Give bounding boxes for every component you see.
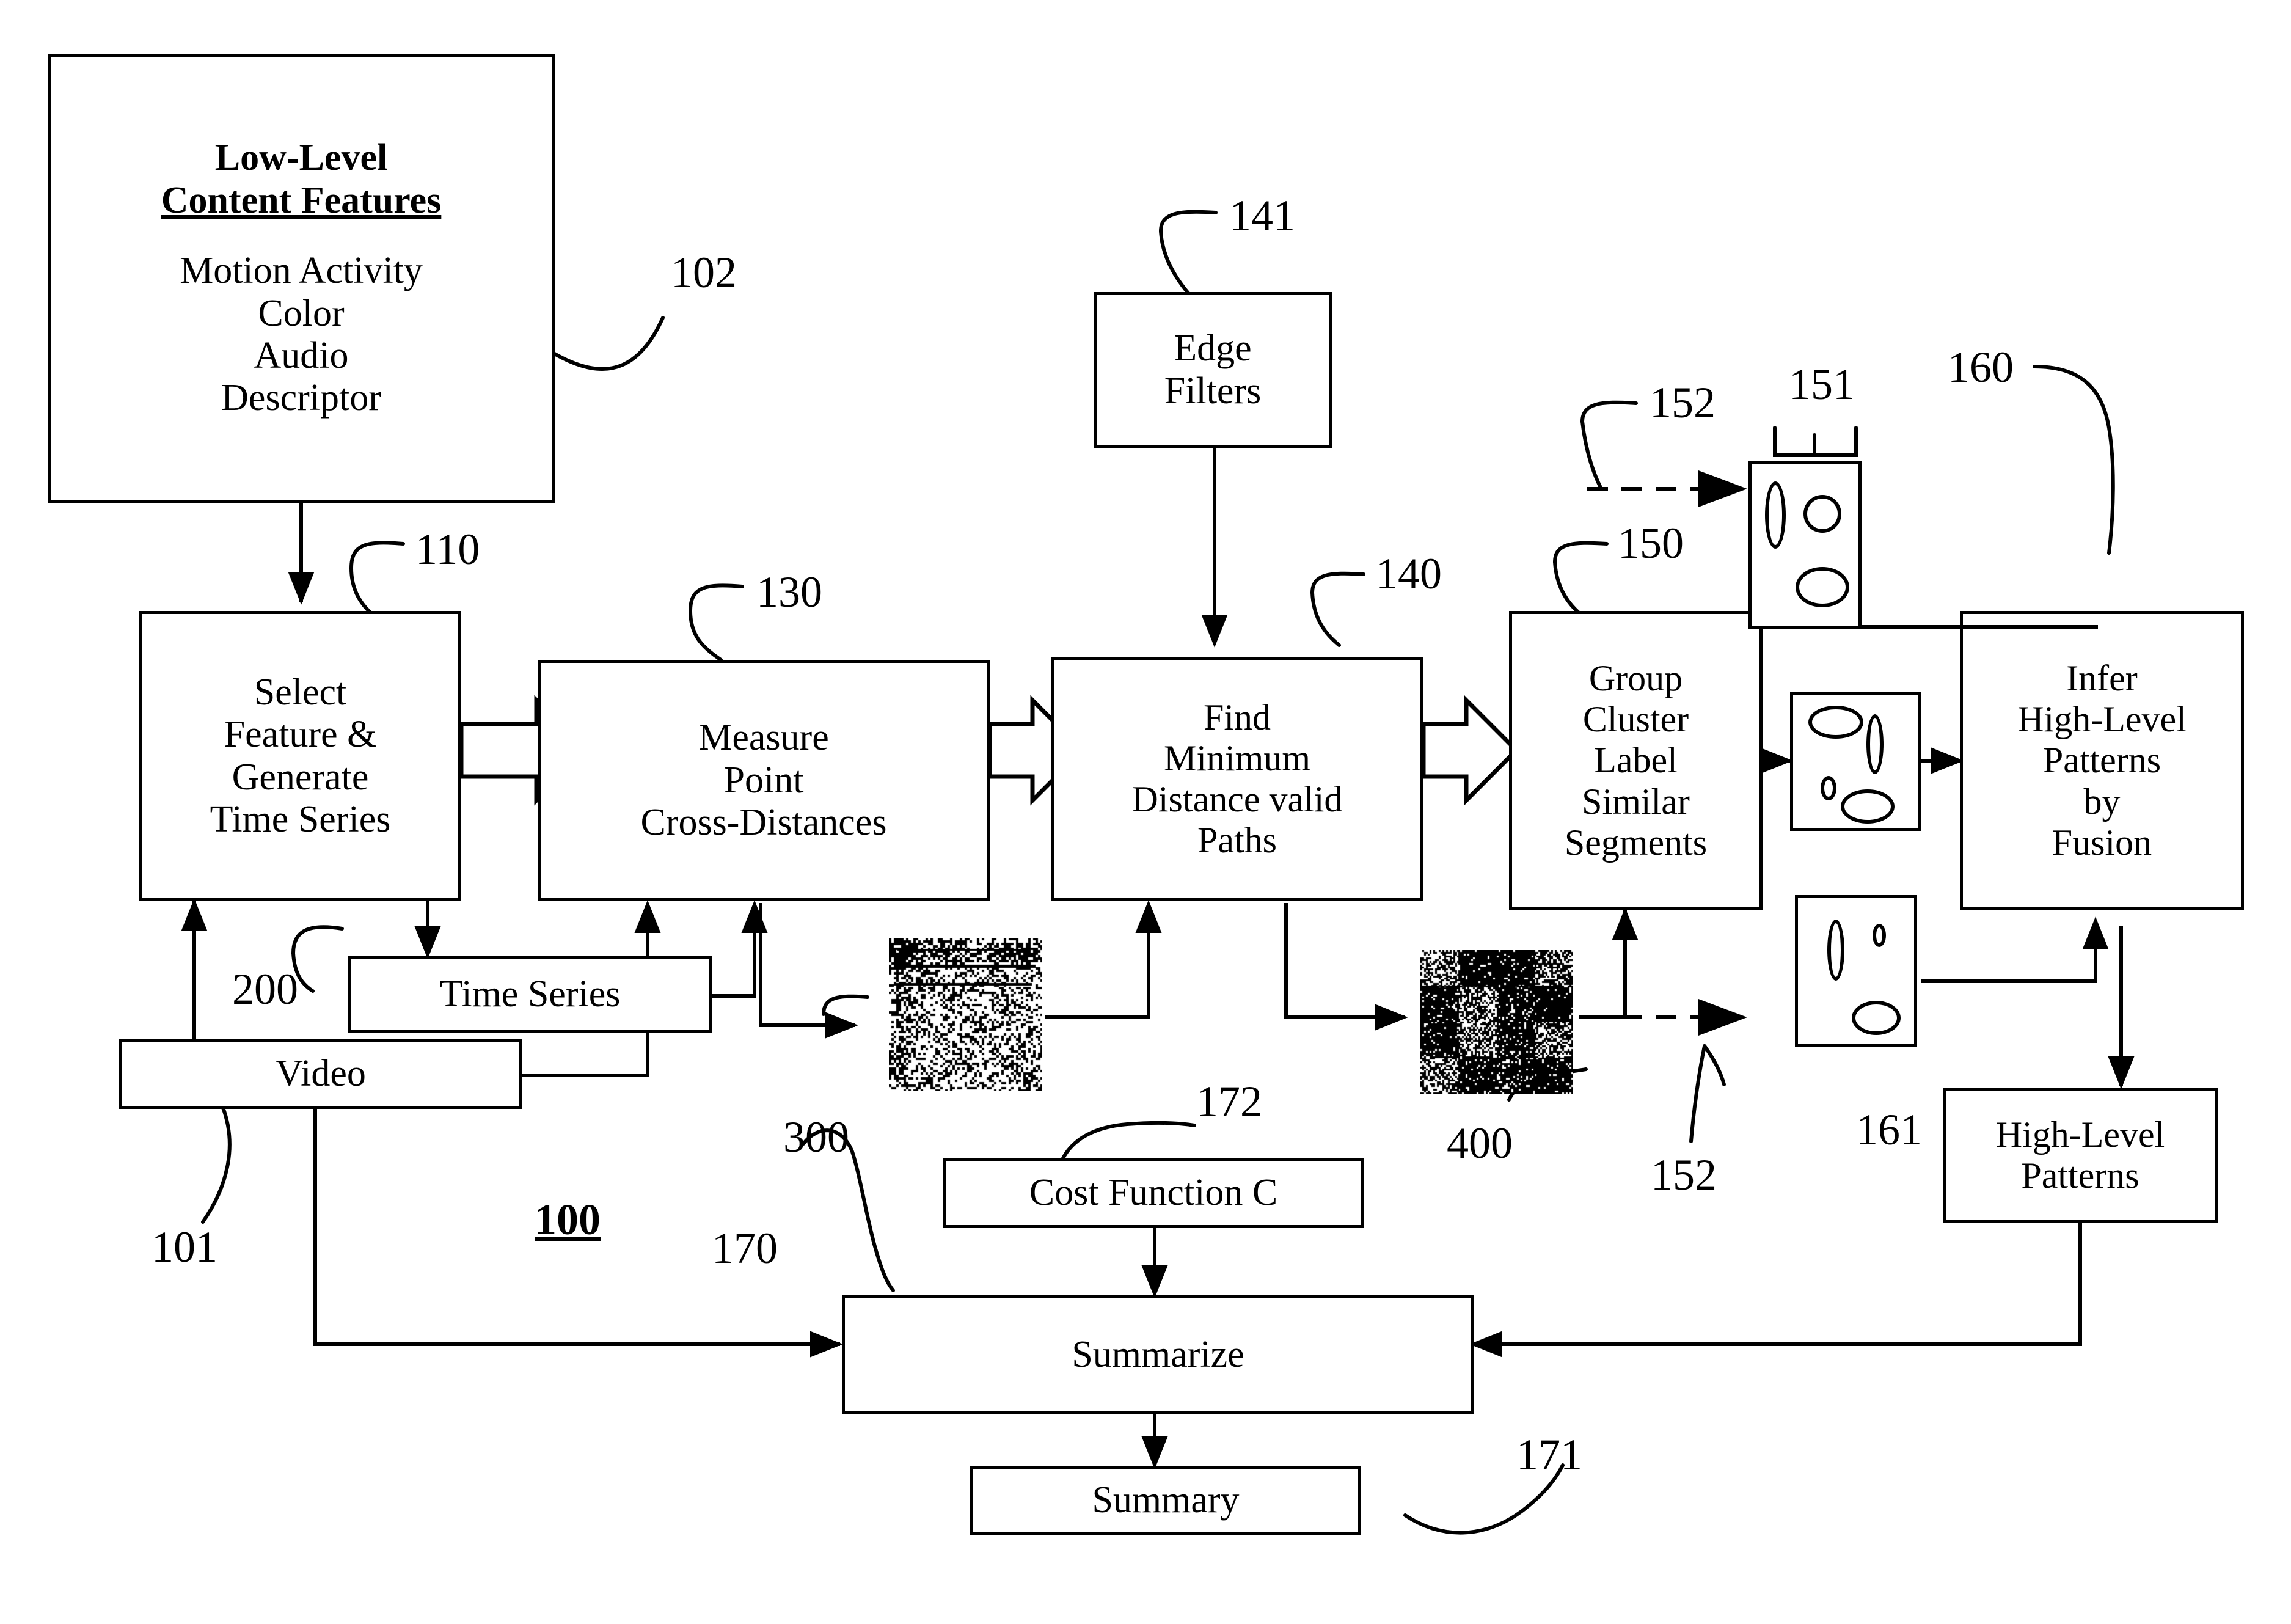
low-level-content-features-box: Low-Level Content Features Motion Activi… [48, 54, 555, 503]
ref-161: 161 [1856, 1105, 1922, 1154]
gc-line-4: Segments [1564, 822, 1708, 863]
find-minimum-distance-valid-paths-box: Find Minimum Distance valid Paths [1051, 657, 1423, 901]
fm-line-0: Find [1203, 697, 1271, 737]
hlp-line-1: Patterns [2021, 1155, 2139, 1196]
cost-function-box: Cost Function C [943, 1158, 1364, 1228]
cluster-label-matrix-400 [1420, 950, 1573, 1094]
time-series-label: Time Series [439, 973, 621, 1015]
ih-line-4: Fusion [2052, 822, 2152, 863]
ref-151: 151 [1789, 360, 1855, 409]
infer-high-level-patterns-by-fusion-box: Infer High-Level Patterns by Fusion [1960, 611, 2244, 910]
video-box: Video [119, 1039, 522, 1109]
gc-line-0: Group [1588, 658, 1683, 699]
ih-line-0: Infer [2066, 658, 2138, 699]
segment-shape-circle-small [1803, 495, 1841, 533]
ih-line-3: by [2083, 781, 2121, 822]
ih-line-2: Patterns [2042, 740, 2161, 781]
ref-152-top: 152 [1650, 378, 1716, 427]
select-feature-generate-time-series-box: Select Feature & Generate Time Series [139, 611, 461, 901]
segment-image-middle [1790, 692, 1921, 831]
llf-item-1: Color [258, 292, 345, 334]
segment-shape-ellipse-wide-bottom [1841, 789, 1895, 824]
figure-canvas: Low-Level Content Features Motion Activi… [0, 0, 2291, 1624]
fm-line-3: Paths [1197, 820, 1277, 861]
segment-shape-ellipse-vertical [1765, 481, 1786, 549]
ref-130: 130 [756, 568, 822, 616]
gc-line-1: Cluster [1582, 699, 1689, 740]
segment-shape-ellipse-tall-right [1866, 714, 1884, 774]
mp-line-1: Point [723, 759, 804, 801]
measure-point-cross-distances-box: Measure Point Cross-Distances [538, 660, 990, 901]
sf-line-1: Feature & [224, 714, 377, 756]
segment-image-bottom [1795, 895, 1917, 1047]
ref-170: 170 [712, 1224, 778, 1273]
segment-shape-ellipse-wide-top [1808, 706, 1863, 739]
edge-filters-box: Edge Filters [1094, 292, 1332, 448]
segment-shape-ellipse-wide-lower [1852, 1001, 1901, 1035]
group-cluster-label-similar-segments-box: Group Cluster Label Similar Segments [1509, 611, 1763, 910]
sf-line-0: Select [254, 671, 347, 713]
ref-110: 110 [415, 525, 480, 574]
ref-152-bottom: 152 [1651, 1150, 1717, 1199]
segment-shape-ellipse-tiny [1873, 924, 1886, 947]
hlp-line-0: High-Level [1995, 1114, 2165, 1155]
llf-item-0: Motion Activity [180, 250, 423, 292]
ref-171: 171 [1516, 1430, 1582, 1479]
llf-title-line1: Low-Level [214, 137, 388, 179]
cross-distance-matrix-300 [889, 938, 1042, 1091]
ref-100: 100 [535, 1195, 601, 1244]
ref-300: 300 [783, 1113, 849, 1161]
ref-400: 400 [1447, 1119, 1513, 1168]
segment-shape-ellipse-tall-left [1827, 920, 1844, 981]
summary-label: Summary [1092, 1479, 1240, 1521]
video-label: Video [276, 1052, 366, 1094]
ref-160: 160 [1948, 343, 2014, 392]
fm-line-1: Minimum [1163, 737, 1311, 778]
summary-box: Summary [970, 1466, 1361, 1535]
segment-shape-ellipse-wide [1796, 567, 1849, 607]
high-level-patterns-box: High-Level Patterns [1943, 1088, 2218, 1223]
ref-102: 102 [671, 248, 737, 297]
llf-item-2: Audio [254, 334, 349, 376]
sf-line-3: Time Series [210, 798, 391, 840]
ref-140: 140 [1376, 549, 1442, 598]
summarize-box: Summarize [842, 1295, 1474, 1414]
gc-line-2: Label [1594, 740, 1678, 781]
ef-line-1: Filters [1164, 370, 1262, 412]
connector-151-to-infer [1861, 625, 2098, 629]
llf-title-line2: Content Features [161, 179, 442, 221]
ref-150: 150 [1618, 519, 1684, 568]
segment-image-top-151 [1748, 461, 1862, 629]
summarize-label: Summarize [1072, 1333, 1244, 1375]
gc-line-3: Similar [1582, 781, 1690, 822]
ref-101: 101 [152, 1223, 217, 1271]
segment-shape-ellipse-small-left [1821, 776, 1836, 800]
cost-function-label: Cost Function C [1029, 1171, 1278, 1213]
ih-line-1: High-Level [2017, 699, 2187, 740]
fm-line-2: Distance valid [1131, 779, 1343, 819]
mp-line-0: Measure [698, 717, 829, 759]
ref-200: 200 [232, 965, 298, 1014]
time-series-box: Time Series [348, 956, 712, 1033]
mp-line-2: Cross-Distances [640, 802, 887, 844]
sf-line-2: Generate [232, 756, 369, 798]
ef-line-0: Edge [1174, 327, 1252, 370]
ref-172: 172 [1196, 1077, 1262, 1126]
llf-item-3: Descriptor [221, 377, 381, 419]
ref-141: 141 [1229, 191, 1295, 240]
